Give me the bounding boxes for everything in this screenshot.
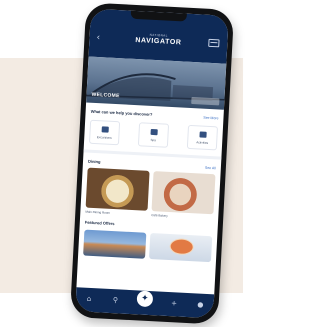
dining-cards: Main Dining Room Café Bakery bbox=[85, 167, 216, 221]
app-header: ‹ NATIONAL NAVIGATOR bbox=[88, 8, 229, 64]
search-icon[interactable]: ⚲ bbox=[110, 295, 121, 306]
featured-cards bbox=[83, 229, 213, 263]
phone-frame: ‹ NATIONAL NAVIGATOR WELCOME What can we… bbox=[69, 2, 235, 325]
featured-card[interactable] bbox=[148, 233, 213, 263]
quick-link-label: Excursions bbox=[96, 134, 112, 140]
explore-title: What can we help you discover? bbox=[90, 108, 153, 117]
quick-link-activities[interactable]: Activities bbox=[186, 124, 219, 151]
spa-icon bbox=[150, 128, 158, 135]
hero-banner[interactable]: WELCOME bbox=[86, 56, 227, 110]
featured-section: Featured Offers bbox=[78, 213, 218, 263]
hero-button[interactable] bbox=[191, 96, 220, 106]
featured-card[interactable] bbox=[83, 229, 147, 259]
explore-header: What can we help you discover? See More bbox=[90, 108, 219, 122]
plus-icon[interactable]: + bbox=[169, 298, 180, 309]
quick-link-excursions[interactable]: Excursions bbox=[88, 119, 121, 146]
quick-links: Excursions Spa Activities bbox=[88, 119, 219, 151]
profile-icon[interactable]: ● bbox=[195, 299, 206, 310]
dining-see-all-link[interactable]: See All bbox=[205, 165, 216, 170]
explore-section: What can we help you discover? See More … bbox=[84, 102, 224, 151]
quick-link-label: Activities bbox=[196, 139, 209, 145]
featured-title: Featured Offers bbox=[84, 219, 115, 227]
phone-notch bbox=[130, 10, 187, 22]
home-icon[interactable]: ⌂ bbox=[84, 293, 95, 304]
quick-link-spa[interactable]: Spa bbox=[137, 122, 170, 148]
dining-image bbox=[151, 171, 216, 215]
dining-section: Dining See All Main Dining Room Café Bak… bbox=[80, 152, 221, 220]
dining-card[interactable]: Main Dining Room bbox=[85, 167, 150, 217]
explore-see-more-link[interactable]: See More bbox=[203, 115, 218, 120]
app-logo: NATIONAL NAVIGATOR bbox=[89, 30, 227, 49]
dining-card[interactable]: Café Bakery bbox=[151, 171, 216, 220]
logo-title: NAVIGATOR bbox=[135, 36, 182, 47]
calendar-icon bbox=[198, 130, 207, 138]
bottom-tab-bar: ⌂ ⚲ ✦ + ● bbox=[75, 287, 215, 319]
dining-image bbox=[85, 167, 150, 211]
map-icon bbox=[101, 125, 109, 133]
quick-link-label: Spa bbox=[150, 137, 157, 142]
card-icon[interactable] bbox=[208, 38, 220, 48]
app-screen: ‹ NATIONAL NAVIGATOR WELCOME What can we… bbox=[75, 8, 229, 319]
compass-icon[interactable]: ✦ bbox=[136, 289, 154, 307]
dining-title: Dining bbox=[87, 158, 101, 165]
